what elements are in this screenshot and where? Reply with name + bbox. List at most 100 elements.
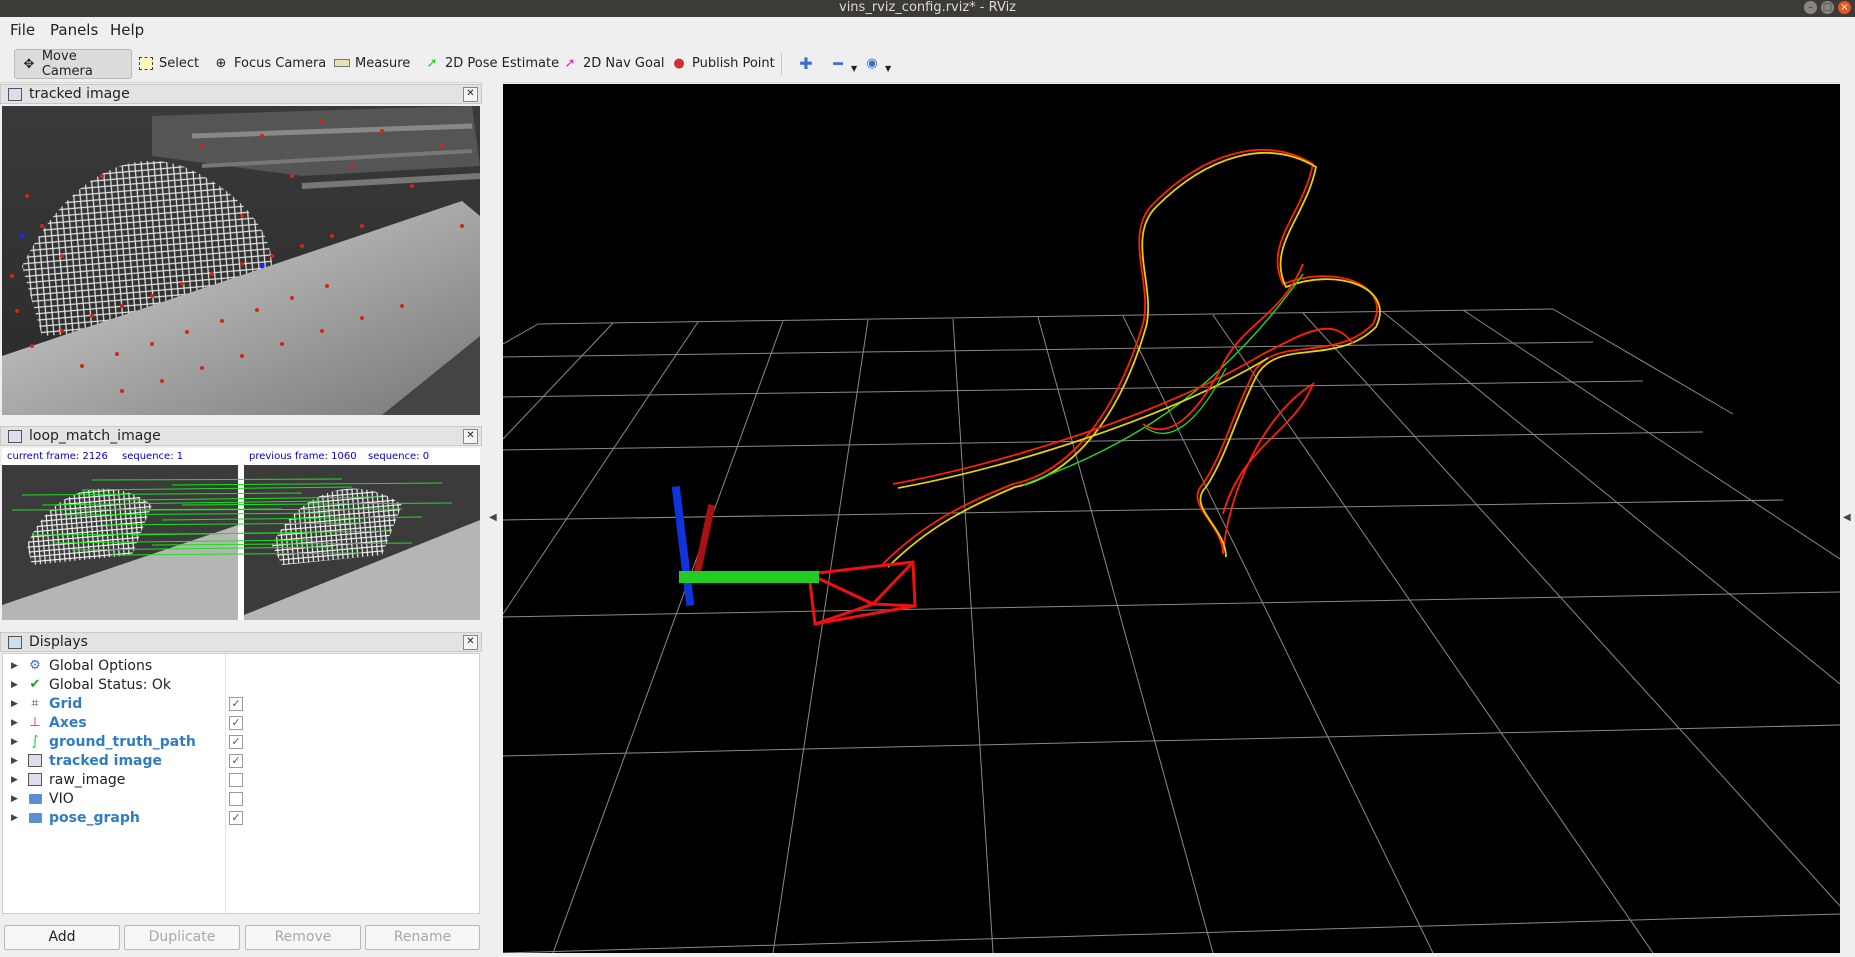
minimize-icon[interactable]: – [1804,1,1817,14]
tracked-image-view [2,106,480,415]
image-icon [27,753,43,769]
display-label: raw_image [49,771,126,788]
display-row-pose-graph[interactable]: ▶ pose_graph ✓ [3,808,479,827]
collapse-right-icon[interactable]: ◀ [1843,512,1851,523]
display-enabled-checkbox[interactable] [229,773,243,787]
dropdown-arrow-icon: ▼ [885,63,892,73]
displays-button-row: Add Duplicate Remove Rename [2,923,480,950]
axis-z [671,485,695,607]
maximize-icon[interactable]: □ [1821,1,1834,14]
display-label: pose_graph [49,809,140,826]
scene [502,149,1841,954]
image-icon [8,87,22,101]
axis-y [679,571,819,583]
display-enabled-checkbox[interactable]: ✓ [229,754,243,768]
displays-panel-header: Displays ✕ [0,632,482,652]
expand-arrow-icon[interactable]: ▶ [11,661,21,671]
menu-panels[interactable]: Panels [50,21,98,39]
menu-file[interactable]: File [10,21,35,39]
eye-icon: ◉ [866,55,878,71]
display-enabled-checkbox[interactable]: ✓ [229,735,243,749]
display-label: Axes [49,714,87,731]
focus-camera-button[interactable]: ⊕ Focus Camera [207,49,327,77]
publish-point-button[interactable]: ● Publish Point [665,49,774,77]
displays-title: Displays [29,634,88,650]
display-row-ground-truth-path[interactable]: ▶ ∫ ground_truth_path ✓ [3,732,479,751]
views-button[interactable]: ◉ ▼ [858,49,891,77]
loop-match-image-view: current frame: 2126 sequence: 1 previous… [2,448,480,620]
loop-match-title: loop_match_image [29,428,161,444]
display-row-raw-image[interactable]: ▶ raw_image [3,770,479,789]
axes-icon: ⊥ [29,715,41,730]
monitor-icon [8,635,22,649]
move-camera-button[interactable]: ✥ Move Camera [14,49,132,79]
ruler-icon [334,55,350,71]
display-row-axes[interactable]: ▶ ⊥ Axes ✓ [3,713,479,732]
render-3d-view[interactable] [502,84,1841,954]
select-button[interactable]: Select [132,49,199,77]
remove-button[interactable]: Remove [245,925,361,950]
camera-frustum [807,560,917,626]
display-label: VIO [49,790,74,807]
remove-tool-button[interactable]: ━ ▼ [824,49,857,77]
path-icon: ∫ [31,734,39,749]
measure-button[interactable]: Measure [328,49,410,77]
add-tool-button[interactable]: ✚ [792,49,819,77]
close-icon[interactable]: × [1838,1,1851,14]
tracked-image [2,106,480,415]
expand-arrow-icon[interactable]: ▶ [11,775,21,785]
move-camera-icon: ✥ [23,56,35,72]
expand-arrow-icon[interactable]: ▶ [11,756,21,766]
collapse-left-icon[interactable]: ◀ [489,512,497,523]
display-enabled-checkbox[interactable] [229,792,243,806]
left-splitter[interactable]: ◀ [482,82,502,955]
expand-arrow-icon[interactable]: ▶ [11,794,21,804]
trajectories [882,149,1381,568]
plus-icon: ✚ [799,53,813,73]
dropdown-arrow-icon: ▼ [851,63,858,73]
minus-icon: ━ [833,53,843,73]
expand-arrow-icon[interactable]: ▶ [11,680,21,690]
rename-button[interactable]: Rename [365,925,480,950]
display-row-global-status[interactable]: ▶ ✔ Global Status: Ok [3,675,479,694]
expand-arrow-icon[interactable]: ▶ [11,718,21,728]
expand-arrow-icon[interactable]: ▶ [11,699,21,709]
location-pin-icon: ● [673,55,685,71]
expand-arrow-icon[interactable]: ▶ [11,737,21,747]
image-icon [8,429,22,443]
toolbar: ✥ Move Camera Select ⊕ Focus Camera Measur… [0,41,1855,83]
display-enabled-checkbox[interactable]: ✓ [229,697,243,711]
display-row-global-options[interactable]: ▶ ⚙ Global Options [3,656,479,675]
close-icon[interactable]: ✕ [463,635,478,650]
previous-sequence-label: sequence: 0 [368,451,430,462]
axis-x [693,504,716,575]
loop-match-panel-header: loop_match_image ✕ [0,426,482,446]
display-enabled-checkbox[interactable]: ✓ [229,811,243,825]
display-row-vio[interactable]: ▶ VIO [3,789,479,808]
pink-arrow-icon: ➚ [564,55,576,71]
pose-estimate-button[interactable]: ➚ 2D Pose Estimate [418,49,560,77]
display-row-grid[interactable]: ▶ ⌗ Grid ✓ [3,694,479,713]
grid-icon: ⌗ [31,696,39,711]
close-icon[interactable]: ✕ [463,87,478,102]
display-row-tracked-image[interactable]: ▶ tracked image ✓ [3,751,479,770]
current-sequence-label: sequence: 1 [122,451,184,462]
duplicate-button[interactable]: Duplicate [124,925,240,950]
loop-match-image [2,465,480,620]
close-icon[interactable]: ✕ [463,429,478,444]
display-label: Global Options [49,657,153,674]
gear-icon: ⚙ [29,658,41,673]
expand-arrow-icon[interactable]: ▶ [11,813,21,823]
display-label: Grid [49,695,83,712]
folder-icon [27,810,43,826]
folder-icon [27,791,43,807]
displays-tree: ▶ ⚙ Global Options ▶ ✔ Global Status: Ok… [2,653,480,914]
check-icon: ✔ [29,677,41,692]
display-enabled-checkbox[interactable]: ✓ [229,716,243,730]
display-label: ground_truth_path [49,733,196,750]
right-splitter[interactable]: ◀ [1840,82,1855,955]
image-icon [27,772,43,788]
menu-help[interactable]: Help [110,21,144,39]
add-button[interactable]: Add [4,925,120,950]
nav-goal-button[interactable]: ➚ 2D Nav Goal [556,49,665,77]
